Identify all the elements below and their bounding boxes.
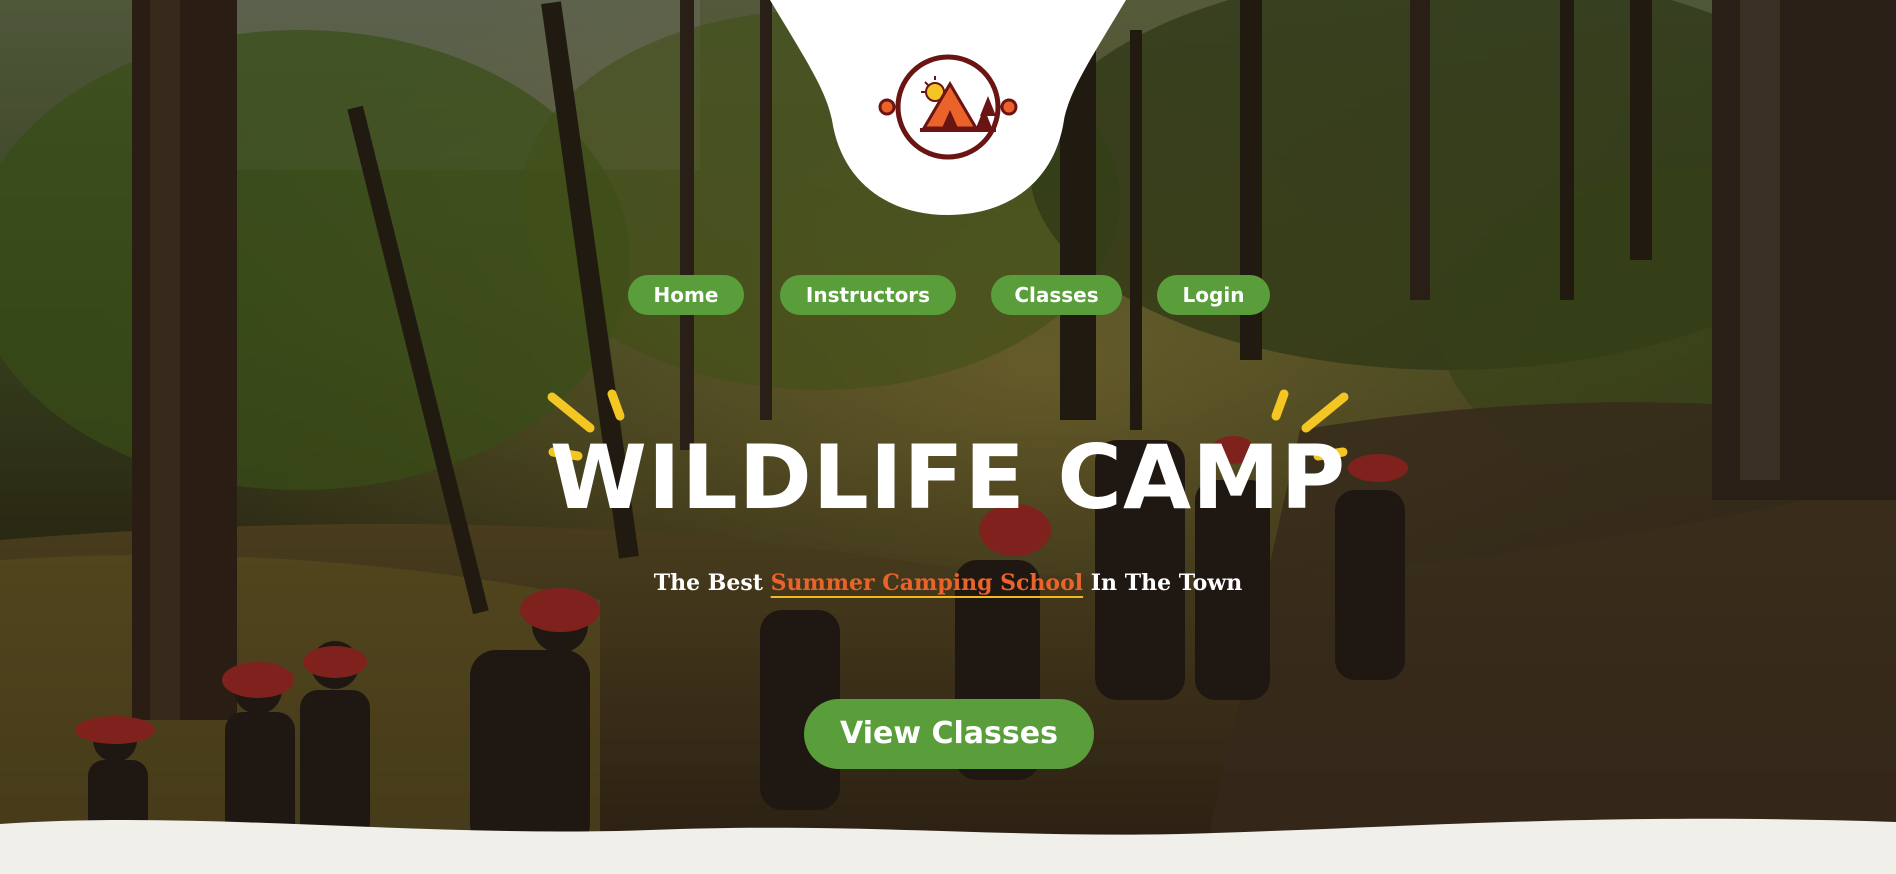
logo-badge[interactable]: [770, 0, 1126, 230]
nav-home[interactable]: Home: [628, 275, 744, 315]
subtitle-highlight: Summer Camping School: [770, 570, 1084, 596]
hero-title: WILDLIFE CAMP: [549, 426, 1347, 529]
hero-section: Home Instructors Classes Login WILDLIFE …: [0, 0, 1896, 874]
nav-classes[interactable]: Classes: [991, 275, 1122, 315]
subtitle-tail: In The Town: [1083, 570, 1243, 596]
camp-logo-icon: [770, 0, 1126, 215]
subtitle-lead: The Best: [653, 570, 771, 596]
nav-instructors[interactable]: Instructors: [780, 275, 956, 315]
main-nav: Home Instructors Classes Login: [0, 275, 1896, 316]
nav-login[interactable]: Login: [1157, 275, 1270, 315]
view-classes-button[interactable]: View Classes: [804, 699, 1094, 769]
hero-subtitle: The Best Summer Camping School In The To…: [0, 566, 1896, 600]
